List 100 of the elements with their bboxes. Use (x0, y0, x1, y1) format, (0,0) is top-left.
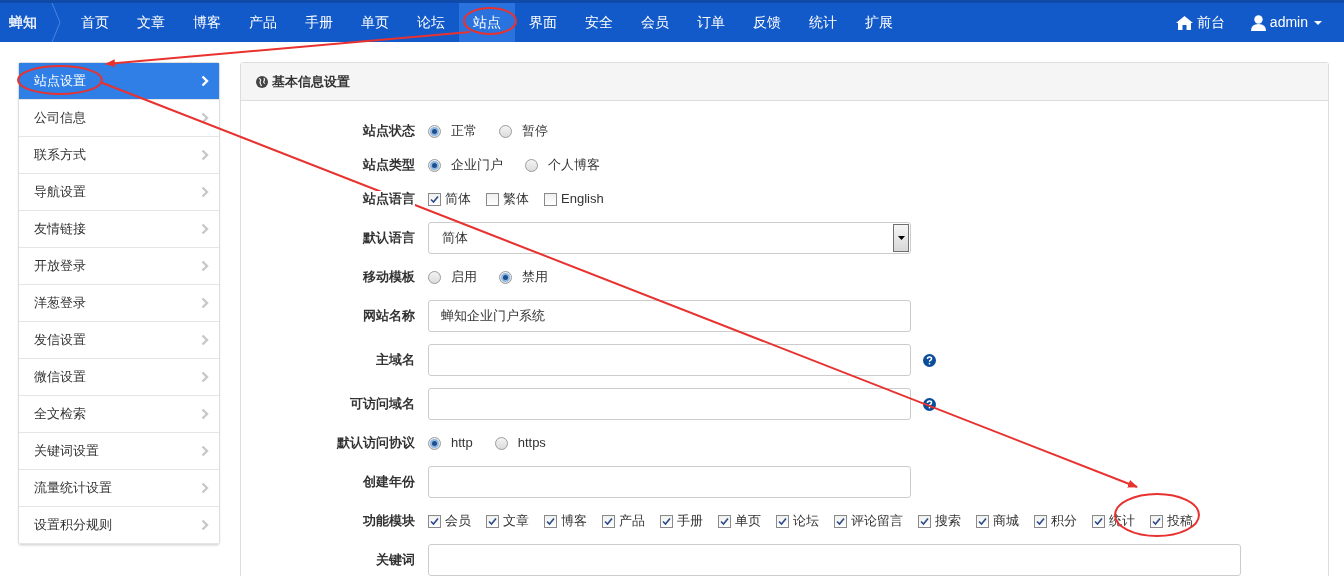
checkbox[interactable] (486, 192, 499, 206)
sidebar-item[interactable]: 公司信息 (19, 100, 219, 137)
radio-button[interactable] (494, 436, 508, 450)
checkbox[interactable] (1150, 514, 1163, 528)
nav-tab[interactable]: 手册 (291, 3, 347, 42)
checkbox-label: 评论留言 (851, 512, 903, 531)
checkbox[interactable] (718, 514, 731, 528)
field-label: 创建年份 (363, 474, 415, 490)
checkbox[interactable] (428, 514, 441, 528)
chevron-right-icon (201, 223, 209, 235)
field-label: 主域名 (376, 352, 415, 368)
checkbox-label: 搜索 (935, 512, 961, 531)
nav-tab[interactable]: 界面 (515, 3, 571, 42)
nav-tab[interactable]: 单页 (347, 3, 403, 42)
globe-icon (256, 75, 268, 88)
field-label: 站点状态 (363, 123, 415, 139)
checkbox[interactable] (660, 514, 673, 528)
nav-tab[interactable]: 订单 (683, 3, 739, 42)
radio-button[interactable] (428, 158, 441, 172)
sidebar-item[interactable]: 设置积分规则 (19, 507, 219, 544)
radio-label: 暂停 (522, 122, 548, 141)
chevron-right-icon (201, 445, 209, 457)
sidebar-item[interactable]: 联系方式 (19, 137, 219, 174)
checkbox-label: 投稿 (1167, 512, 1193, 531)
checkbox[interactable] (918, 514, 931, 528)
nav-tab[interactable]: 会员 (627, 3, 683, 42)
user-icon (1250, 14, 1266, 31)
chevron-right-icon (201, 482, 209, 494)
nav-tab[interactable]: 论坛 (403, 3, 459, 42)
nav-tab[interactable]: 文章 (123, 3, 179, 42)
help-icon[interactable] (923, 353, 936, 367)
brand[interactable]: 蝉知 (0, 3, 51, 42)
checkbox[interactable] (1034, 514, 1047, 528)
checkbox[interactable] (1092, 514, 1105, 528)
sidebar-item[interactable]: 友情链接 (19, 211, 219, 248)
sidebar-item[interactable]: 关键词设置 (19, 433, 219, 470)
field-label: 站点类型 (363, 157, 415, 173)
checkbox-label: 文章 (503, 512, 529, 531)
sidebar-item[interactable]: 微信设置 (19, 359, 219, 396)
radio-button[interactable] (428, 270, 441, 284)
sidebar-item[interactable]: 站点设置 (19, 63, 219, 100)
text-field[interactable] (428, 544, 1241, 576)
checkbox-label: English (561, 190, 604, 209)
checkbox-label: 繁体 (503, 190, 529, 209)
radio-button[interactable] (428, 436, 441, 450)
radio-label: http (451, 434, 473, 453)
nav-tab[interactable]: 产品 (235, 3, 291, 42)
radio-button[interactable] (499, 124, 512, 138)
checkbox[interactable] (428, 192, 441, 206)
help-icon[interactable] (923, 397, 936, 411)
field-label: 默认访问协议 (337, 435, 415, 451)
checkbox-label: 产品 (619, 512, 645, 531)
radio-label: 正常 (451, 122, 477, 141)
checkbox[interactable] (602, 514, 615, 528)
checkbox[interactable] (834, 514, 847, 528)
text-field[interactable] (428, 344, 911, 376)
sidebar-item[interactable]: 导航设置 (19, 174, 219, 211)
user-menu[interactable]: admin (1250, 12, 1322, 33)
field-label: 移动模板 (363, 269, 415, 285)
field-label: 网站名称 (363, 308, 415, 324)
radio-label: 禁用 (522, 268, 548, 287)
home-icon (1175, 15, 1193, 30)
sidebar-item[interactable]: 流量统计设置 (19, 470, 219, 507)
checkbox-label: 商城 (993, 512, 1019, 531)
radio-label: 启用 (451, 268, 477, 287)
nav-tab[interactable]: 博客 (179, 3, 235, 42)
chevron-right-icon (201, 334, 209, 346)
checkbox[interactable] (976, 514, 989, 528)
nav-tab[interactable]: 统计 (795, 3, 851, 42)
text-field[interactable]: 蝉知企业门户系统 (428, 300, 911, 332)
chevron-right-icon (201, 519, 209, 531)
sidebar-item[interactable]: 开放登录 (19, 248, 219, 285)
checkbox[interactable] (776, 514, 789, 528)
sidebar-item[interactable]: 发信设置 (19, 322, 219, 359)
radio-button[interactable] (428, 124, 441, 138)
nav-tab[interactable]: 首页 (67, 3, 123, 42)
text-field[interactable] (428, 466, 911, 498)
text-field[interactable] (428, 388, 911, 420)
radio-label: https (517, 434, 546, 453)
radio-button[interactable] (525, 158, 538, 172)
chevron-right-icon (201, 149, 209, 161)
checkbox[interactable] (544, 514, 557, 528)
field-label: 站点语言 (363, 191, 415, 207)
checkbox-label: 会员 (445, 512, 471, 531)
panel-title: 基本信息设置 (272, 72, 350, 91)
sidebar-item[interactable]: 洋葱登录 (19, 285, 219, 322)
language-select[interactable]: 简体 (428, 222, 911, 254)
sidebar-item[interactable]: 全文检索 (19, 396, 219, 433)
nav-tab[interactable]: 反馈 (739, 3, 795, 42)
radio-label: 企业门户 (451, 156, 503, 175)
checkbox[interactable] (486, 514, 499, 528)
nav-tab[interactable]: 安全 (571, 3, 627, 42)
field-label: 关键词 (376, 552, 415, 568)
field-label: 可访问域名 (350, 396, 415, 412)
nav-tab[interactable]: 扩展 (851, 3, 907, 42)
radio-button[interactable] (499, 270, 512, 284)
radio-label: 个人博客 (548, 156, 600, 175)
annotation-ellipse (463, 7, 517, 35)
frontend-link[interactable]: 前台 (1175, 12, 1225, 33)
checkbox[interactable] (544, 192, 557, 206)
